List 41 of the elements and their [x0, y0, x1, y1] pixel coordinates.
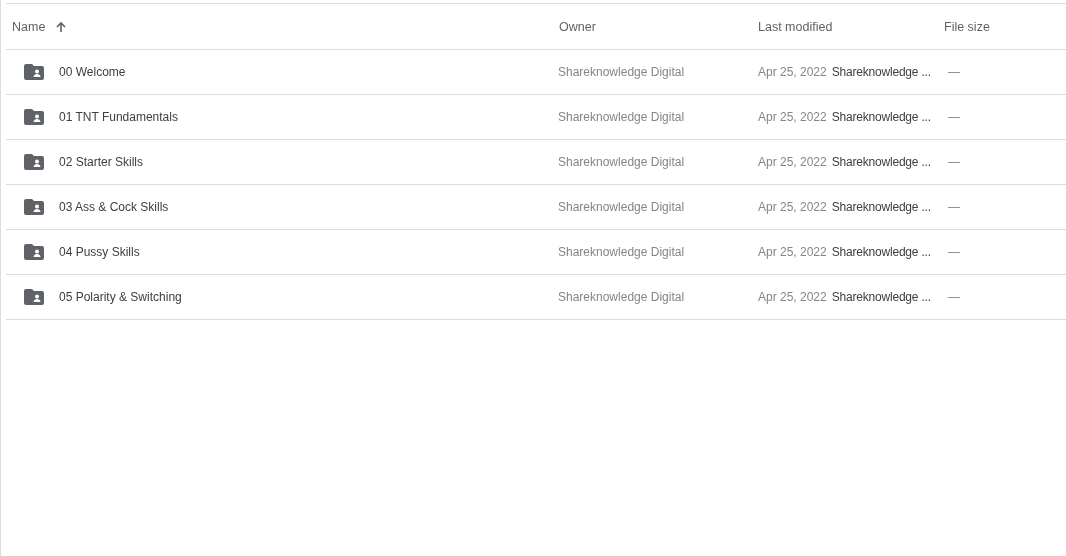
modified-by: Shareknowledge ... [831, 155, 931, 169]
modified-date: Apr 25, 2022 [758, 200, 827, 214]
file-size: — [948, 290, 960, 304]
file-name[interactable]: 04 Pussy Skills [59, 245, 140, 259]
owner-name: Shareknowledge Digital [558, 290, 685, 304]
owner-name: Shareknowledge Digital [558, 110, 685, 124]
modified-date: Apr 25, 2022 [758, 290, 827, 304]
column-header[interactable]: Last modified [758, 19, 833, 34]
modified-date: Apr 25, 2022 [758, 110, 827, 124]
file-size: — [948, 65, 960, 79]
file-size: — [948, 110, 960, 124]
owner-name: Shareknowledge Digital [558, 65, 685, 79]
owner-name: Shareknowledge Digital [558, 200, 685, 214]
file-name[interactable]: 01 TNT Fundamentals [59, 110, 178, 124]
file-name[interactable]: 05 Polarity & Switching [59, 290, 182, 304]
modified-date: Apr 25, 2022 [758, 155, 827, 169]
shared-folder-icon [24, 244, 44, 260]
sort-arrow-icon[interactable] [55, 20, 68, 33]
modified-date: Apr 25, 2022 [758, 65, 827, 79]
modified-by: Shareknowledge ... [831, 65, 931, 79]
modified-by: Shareknowledge ... [831, 245, 931, 259]
file-size: — [948, 200, 960, 214]
column-header[interactable]: File size [944, 19, 990, 34]
shared-folder-icon [24, 199, 44, 215]
owner-name: Shareknowledge Digital [558, 245, 685, 259]
shared-folder-icon [24, 154, 44, 170]
file-size: — [948, 245, 960, 259]
file-size: — [948, 155, 960, 169]
modified-by: Shareknowledge ... [831, 200, 931, 214]
modified-by: Shareknowledge ... [831, 110, 931, 124]
shared-folder-icon [24, 64, 44, 80]
file-name[interactable]: 03 Ass & Cock Skills [59, 200, 169, 214]
shared-folder-icon [24, 289, 44, 305]
shared-folder-icon [24, 109, 44, 125]
modified-by: Shareknowledge ... [831, 290, 931, 304]
modified-date: Apr 25, 2022 [758, 245, 827, 259]
column-header[interactable]: Owner [559, 19, 596, 34]
column-header[interactable]: Name [12, 19, 46, 34]
file-name[interactable]: 00 Welcome [59, 65, 126, 79]
owner-name: Shareknowledge Digital [558, 155, 685, 169]
file-name[interactable]: 02 Starter Skills [59, 155, 144, 169]
